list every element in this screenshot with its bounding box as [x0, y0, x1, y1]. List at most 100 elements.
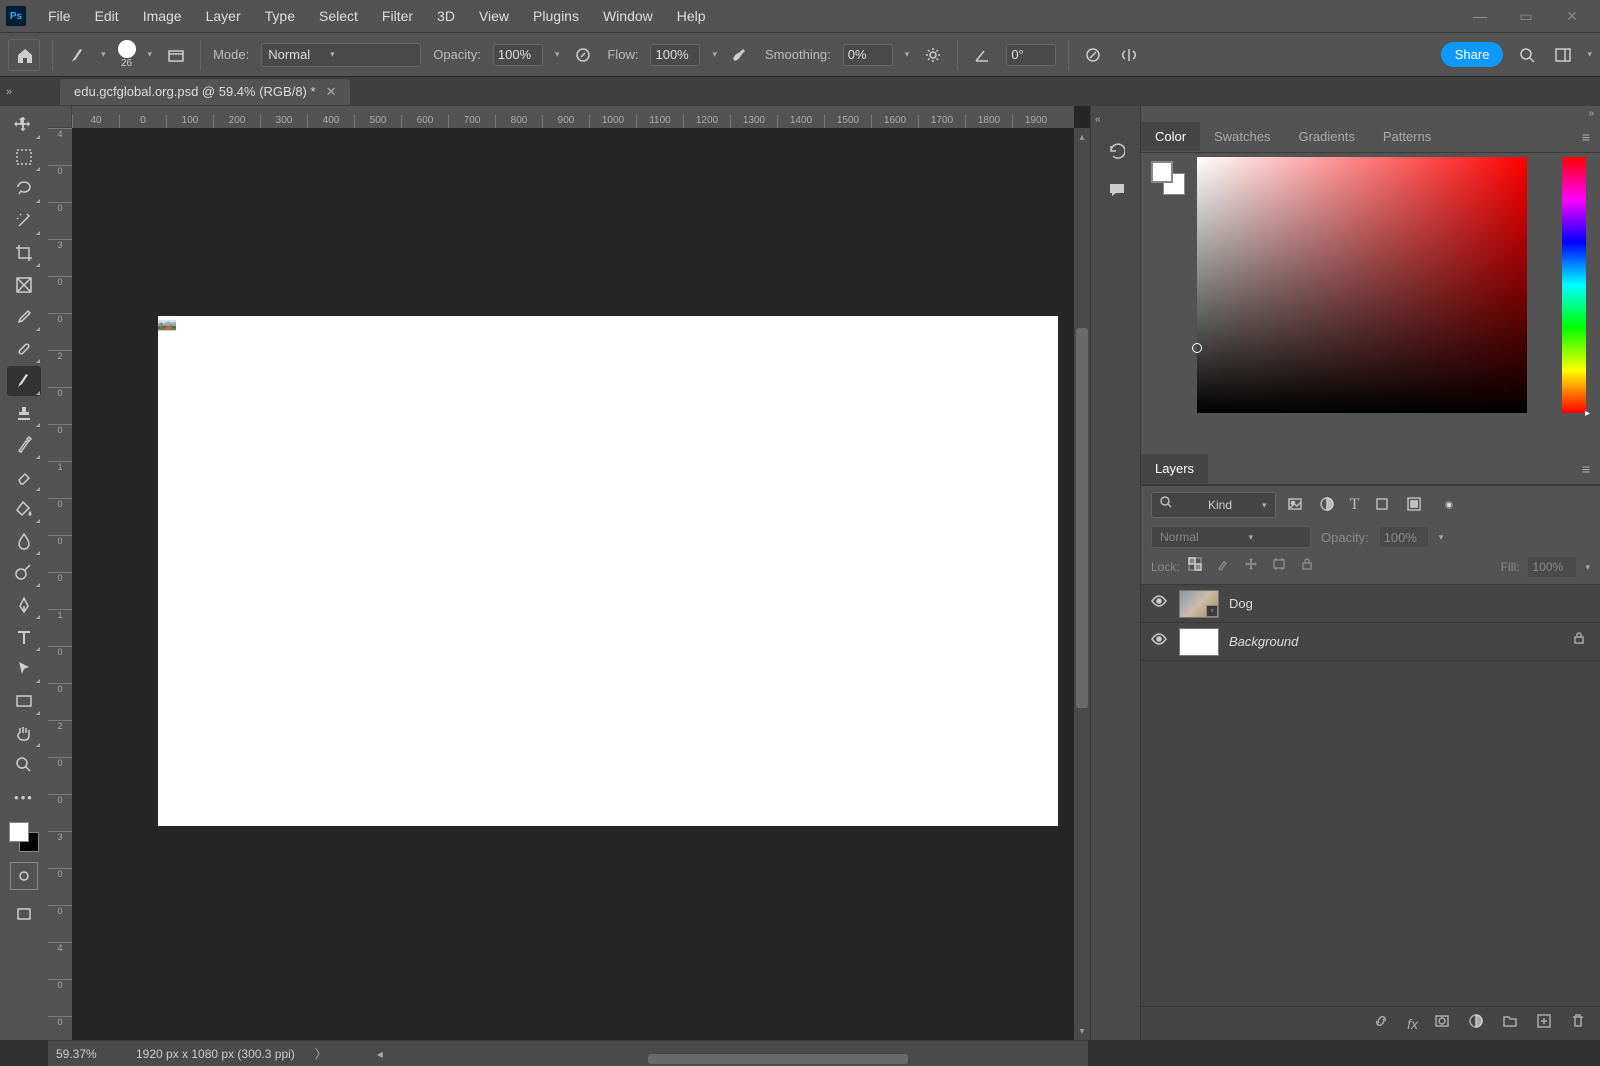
layer-style-button[interactable]: fx: [1407, 1016, 1418, 1032]
filter-smartobject-icon[interactable]: [1405, 495, 1423, 516]
layer-opacity-input[interactable]: 100%: [1379, 526, 1429, 548]
tab-swatches[interactable]: Swatches: [1200, 122, 1284, 151]
layer-mask-button[interactable]: [1434, 1013, 1452, 1034]
hand-tool[interactable]: [7, 718, 41, 748]
lock-all-icon[interactable]: [1300, 557, 1318, 578]
menu-view[interactable]: View: [467, 2, 521, 30]
new-layer-button[interactable]: [1536, 1013, 1554, 1034]
scrollbar-thumb[interactable]: [648, 1054, 908, 1064]
pressure-size-button[interactable]: [1081, 43, 1105, 67]
chevron-down-icon[interactable]: ▾: [555, 49, 560, 60]
symmetry-button[interactable]: [1117, 43, 1141, 67]
close-button[interactable]: ✕: [1558, 8, 1586, 25]
scroll-up-icon[interactable]: ▴: [1075, 130, 1089, 144]
eraser-tool[interactable]: [7, 462, 41, 492]
tool-preset-picker[interactable]: [65, 43, 89, 67]
menu-layer[interactable]: Layer: [194, 2, 253, 30]
menu-plugins[interactable]: Plugins: [521, 2, 591, 30]
lock-image-icon[interactable]: [1216, 557, 1234, 578]
blur-tool[interactable]: [7, 526, 41, 556]
status-flyout-icon[interactable]: 〉: [315, 1045, 327, 1062]
lock-position-icon[interactable]: [1244, 557, 1262, 578]
close-tab-button[interactable]: ✕: [326, 84, 337, 100]
filter-shape-icon[interactable]: [1373, 495, 1391, 516]
color-picker-cursor[interactable]: [1192, 343, 1202, 353]
visibility-toggle[interactable]: [1151, 593, 1169, 614]
document-dimensions[interactable]: 1920 px x 1080 px (300.3 ppi): [136, 1047, 295, 1061]
group-button[interactable]: [1502, 1013, 1520, 1034]
pen-tool[interactable]: [7, 590, 41, 620]
chevron-down-icon[interactable]: ▾: [1585, 562, 1590, 573]
chevron-down-icon[interactable]: ▾: [1587, 49, 1592, 60]
tab-layers[interactable]: Layers: [1141, 454, 1208, 483]
marquee-tool[interactable]: [7, 142, 41, 172]
dodge-tool[interactable]: [7, 558, 41, 588]
expand-toolbar-icon[interactable]: »: [6, 86, 12, 98]
clone-stamp-tool[interactable]: [7, 398, 41, 428]
move-tool[interactable]: [7, 110, 41, 140]
crop-tool[interactable]: [7, 238, 41, 268]
pressure-opacity-button[interactable]: [571, 43, 595, 67]
brush-tool[interactable]: [7, 366, 41, 396]
lock-icon[interactable]: [1572, 631, 1590, 652]
rectangle-tool[interactable]: [7, 686, 41, 716]
scrollbar-thumb[interactable]: [1076, 328, 1088, 708]
chevron-down-icon[interactable]: ▾: [101, 49, 106, 60]
panel-menu-button[interactable]: ≡: [1572, 129, 1600, 145]
history-brush-tool[interactable]: [7, 430, 41, 460]
angle-icon-button[interactable]: [970, 43, 994, 67]
expand-dock-icon[interactable]: «: [1091, 114, 1101, 125]
menu-select[interactable]: Select: [307, 2, 370, 30]
share-button[interactable]: Share: [1441, 42, 1504, 67]
filter-type-icon[interactable]: T: [1350, 496, 1360, 514]
ruler-origin[interactable]: [48, 106, 72, 128]
layer-thumbnail[interactable]: ▫: [1179, 590, 1219, 618]
menu-help[interactable]: Help: [665, 2, 718, 30]
layer-name[interactable]: Background: [1229, 634, 1298, 649]
document-canvas[interactable]: [158, 316, 1058, 826]
color-field[interactable]: [1197, 157, 1527, 413]
tab-patterns[interactable]: Patterns: [1369, 122, 1445, 151]
opacity-input[interactable]: 100%: [493, 44, 543, 66]
zoom-level[interactable]: 59.37%: [56, 1047, 116, 1061]
flow-input[interactable]: 100%: [650, 44, 700, 66]
horizontal-ruler[interactable]: 4001002003004005006007008009001000110012…: [72, 106, 1074, 128]
gradient-tool[interactable]: [7, 494, 41, 524]
filter-toggle-switch[interactable]: [1445, 501, 1453, 509]
layer-blend-mode-select[interactable]: Normal▾: [1151, 526, 1311, 548]
healing-tool[interactable]: [7, 334, 41, 364]
blend-mode-select[interactable]: Normal▾: [261, 43, 421, 67]
scroll-down-icon[interactable]: ▾: [1075, 1024, 1089, 1038]
adjustment-layer-button[interactable]: [1468, 1013, 1486, 1034]
menu-window[interactable]: Window: [591, 2, 665, 30]
brush-settings-button[interactable]: [164, 43, 188, 67]
layer-thumbnail[interactable]: [1179, 628, 1219, 656]
quick-mask-button[interactable]: [10, 862, 38, 890]
angle-input[interactable]: 0°: [1006, 44, 1056, 66]
chevron-down-icon[interactable]: ▾: [712, 49, 717, 60]
menu-type[interactable]: Type: [253, 2, 307, 30]
chevron-down-icon[interactable]: ▾: [1439, 532, 1444, 543]
maximize-button[interactable]: ▭: [1512, 8, 1540, 25]
brush-preset-picker[interactable]: 26: [118, 40, 136, 69]
lock-artboard-icon[interactable]: [1272, 557, 1290, 578]
magic-wand-tool[interactable]: [7, 206, 41, 236]
delete-layer-button[interactable]: [1570, 1013, 1588, 1034]
minimize-button[interactable]: —: [1466, 8, 1494, 25]
eyedropper-tool[interactable]: [7, 302, 41, 332]
link-layers-button[interactable]: [1373, 1013, 1391, 1034]
type-tool[interactable]: [7, 622, 41, 652]
vertical-ruler[interactable]: 40030020010001002003004005006: [48, 128, 72, 1040]
smoothing-options-button[interactable]: [921, 43, 945, 67]
tab-color[interactable]: Color: [1141, 122, 1200, 151]
foreground-color[interactable]: [9, 822, 29, 842]
color-fg-bg-mini[interactable]: [1151, 161, 1185, 195]
chevron-down-icon[interactable]: ▾: [148, 49, 153, 60]
menu-file[interactable]: File: [36, 2, 83, 30]
zoom-tool[interactable]: [7, 750, 41, 780]
frame-tool[interactable]: [7, 270, 41, 300]
comments-panel-button[interactable]: [1104, 177, 1128, 201]
home-button[interactable]: [8, 39, 40, 71]
menu-image[interactable]: Image: [131, 2, 194, 30]
menu-3d[interactable]: 3D: [425, 2, 467, 30]
